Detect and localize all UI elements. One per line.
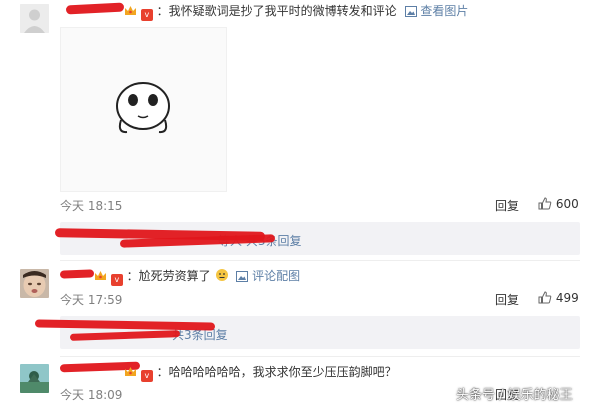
image-icon bbox=[236, 271, 249, 282]
comment-colon: ： bbox=[156, 365, 169, 379]
crown-icon bbox=[124, 365, 137, 376]
child-avatar-icon bbox=[20, 269, 49, 298]
redaction-scribble bbox=[59, 269, 95, 279]
image-icon bbox=[404, 6, 417, 17]
comment-text-line: v ：我怀疑歌词是抄了我平时的微博转发和评论 查看图片 bbox=[124, 3, 468, 21]
comment-image[interactable] bbox=[60, 27, 227, 192]
like-count: 499 bbox=[555, 291, 579, 305]
comment-text: 我怀疑歌词是抄了我平时的微博转发和评论 bbox=[168, 4, 397, 18]
reply-button[interactable]: 回复 bbox=[495, 197, 519, 214]
comment-colon: ： bbox=[126, 269, 139, 283]
comment-image-label: 评论配图 bbox=[252, 269, 301, 283]
embarrassed-emoji-icon bbox=[215, 269, 233, 283]
view-image-link[interactable]: 查看图片 bbox=[404, 4, 469, 18]
comment-time: 今天 18:09 bbox=[60, 388, 123, 402]
watermark: 头条号 / 娱乐的秘王 bbox=[456, 388, 573, 403]
landscape-avatar-icon bbox=[20, 364, 49, 393]
vip-badge-icon: v bbox=[110, 274, 123, 286]
vip-badge-icon: v bbox=[140, 9, 153, 21]
thumbs-up-icon bbox=[538, 197, 552, 210]
comment-text: 尬死劳资算了 bbox=[138, 269, 211, 283]
divider bbox=[60, 260, 580, 261]
crown-icon bbox=[94, 269, 107, 280]
comment-time: 今天 17:59 bbox=[60, 293, 123, 307]
like-button[interactable]: 499 bbox=[538, 291, 579, 305]
avatar[interactable] bbox=[20, 364, 49, 393]
default-avatar-icon bbox=[20, 4, 49, 33]
comment-colon: ： bbox=[156, 4, 169, 18]
view-image-label: 查看图片 bbox=[420, 4, 469, 18]
thumbs-up-icon bbox=[538, 291, 552, 304]
comment-time: 今天 18:15 bbox=[60, 199, 123, 213]
reply-button[interactable]: 回复 bbox=[495, 291, 519, 308]
vip-badge-icon: v bbox=[140, 370, 153, 382]
divider bbox=[60, 356, 580, 357]
comment-text-line: v ：哈哈哈哈哈哈，我求求你至少压压韵脚吧？ bbox=[124, 364, 397, 382]
sticker-face-icon bbox=[116, 82, 170, 134]
comment-text: 哈哈哈哈哈哈，我求求你至少压压韵脚吧？ bbox=[168, 365, 397, 379]
comment-text-line: v ：尬死劳资算了 评论配图 bbox=[94, 268, 300, 286]
redaction-scribble bbox=[65, 2, 125, 15]
avatar[interactable] bbox=[20, 269, 49, 298]
like-button[interactable]: 600 bbox=[538, 197, 579, 211]
avatar[interactable] bbox=[20, 4, 49, 33]
crown-icon bbox=[124, 4, 137, 15]
comment-image-link[interactable]: 评论配图 bbox=[236, 269, 300, 283]
like-count: 600 bbox=[555, 197, 579, 211]
